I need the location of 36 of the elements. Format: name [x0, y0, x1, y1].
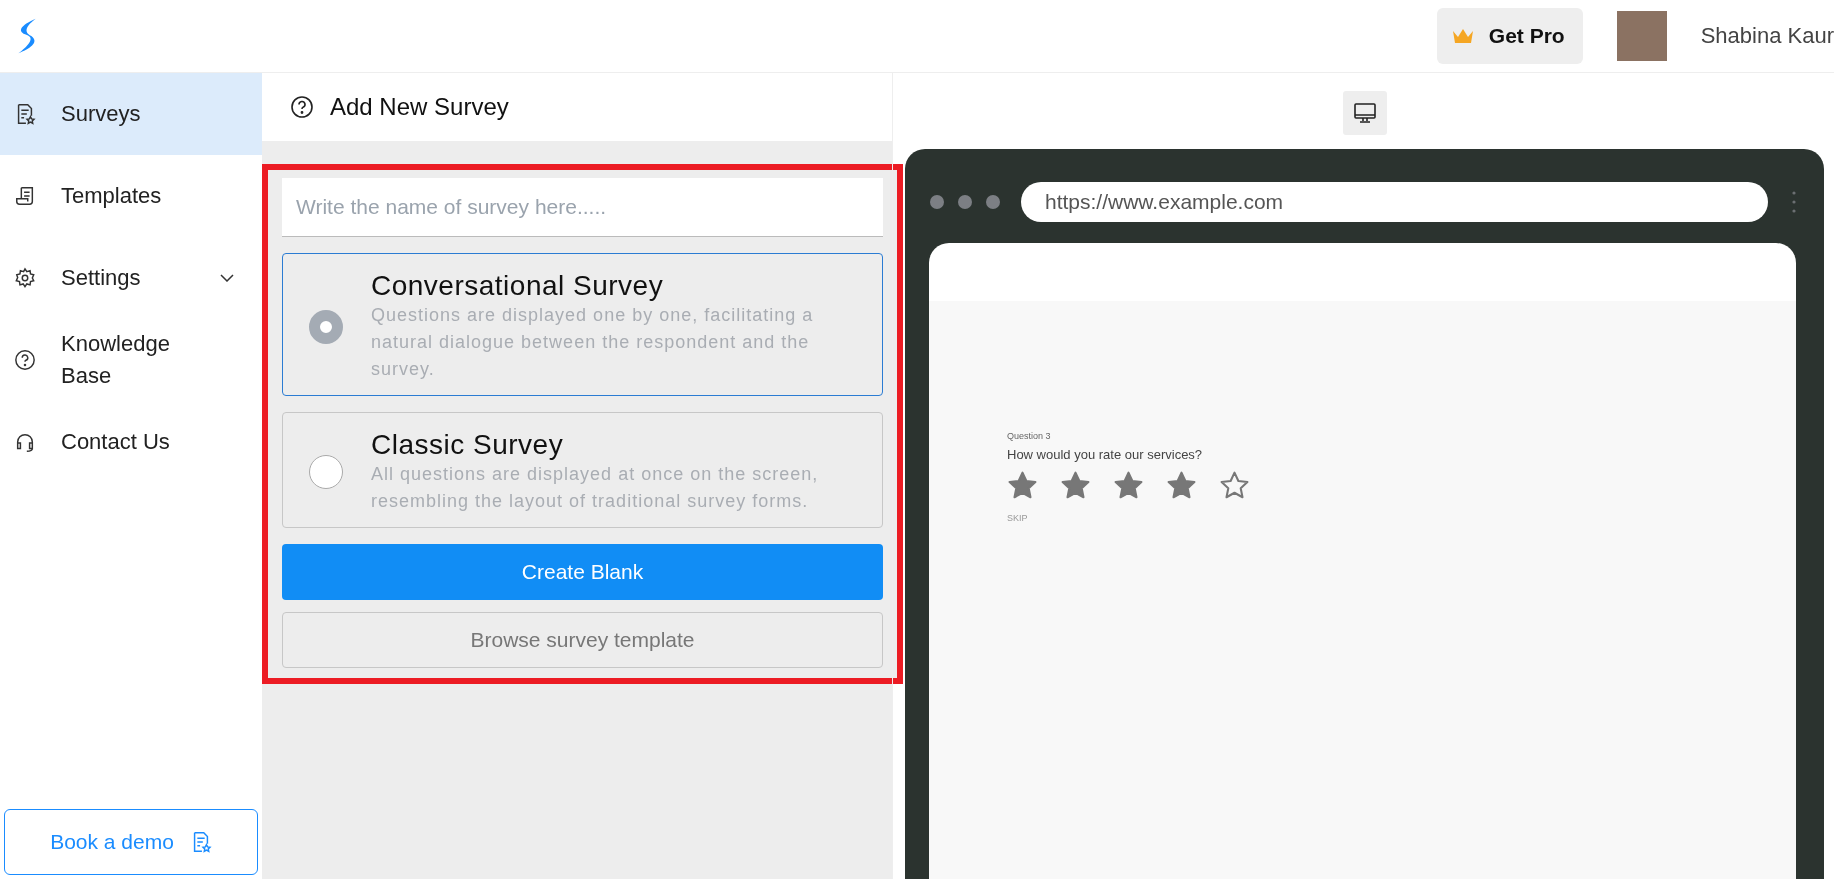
option-title: Classic Survey — [371, 429, 565, 461]
window-dots-icon — [929, 194, 1001, 210]
headset-icon — [14, 431, 36, 453]
user-name[interactable]: Shabina Kaur — [1700, 23, 1834, 49]
question-text: How would you rate our services? — [1007, 447, 1203, 462]
monitor-icon — [1352, 101, 1377, 125]
get-pro-button[interactable]: Get Pro — [1436, 8, 1583, 64]
option-description: Questions are displayed one by one, facilitating a natural dialogue between the respondent and the survey. — [371, 304, 815, 381]
survey-name-field[interactable]: Write the name of survey here..... — [282, 178, 883, 237]
option-title: Conversational Survey — [371, 270, 665, 302]
sidebar-item[interactable]: Settings — [0, 237, 248, 319]
star-icon[interactable] — [1166, 470, 1197, 501]
question-label: Question 3 — [1007, 431, 1051, 441]
radio-button[interactable] — [309, 455, 343, 489]
url-bar: https://www.example.com — [1021, 182, 1768, 222]
panel-title: Add New Survey — [330, 93, 509, 121]
star-icon[interactable] — [1219, 470, 1250, 501]
browse-template-button[interactable]: Browse survey template — [282, 612, 883, 668]
radio-button[interactable] — [309, 309, 343, 344]
survey-type-option[interactable]: Conversational Survey Questions are displayed one by one, facilitating a natural dialogue between the respondent and the survey. — [282, 253, 883, 396]
crown-icon — [1450, 27, 1475, 45]
sidebar-item[interactable]: Contact Us — [0, 401, 248, 483]
sidebar-item[interactable]: Surveys — [0, 73, 262, 155]
help-icon — [290, 95, 314, 119]
star-icon[interactable] — [1060, 470, 1091, 501]
sidebar-item[interactable]: Knowledge Base — [0, 319, 248, 401]
option-description: All questions are displayed at once on the screen, resembling the layout of traditional survey forms. — [371, 463, 820, 513]
star-icon[interactable] — [1113, 470, 1144, 501]
settings-icon — [14, 267, 36, 289]
survey-type-option[interactable]: Classic Survey All questions are displayed at once on the screen, resembling the layout of traditional survey forms. — [282, 412, 883, 528]
document-icon — [14, 185, 36, 207]
sidebar-item[interactable]: Templates — [0, 155, 248, 237]
star-icon[interactable] — [1007, 470, 1038, 501]
desktop-view-button[interactable] — [1342, 91, 1387, 135]
help-icon — [14, 349, 36, 371]
chevron-icon — [220, 274, 234, 282]
